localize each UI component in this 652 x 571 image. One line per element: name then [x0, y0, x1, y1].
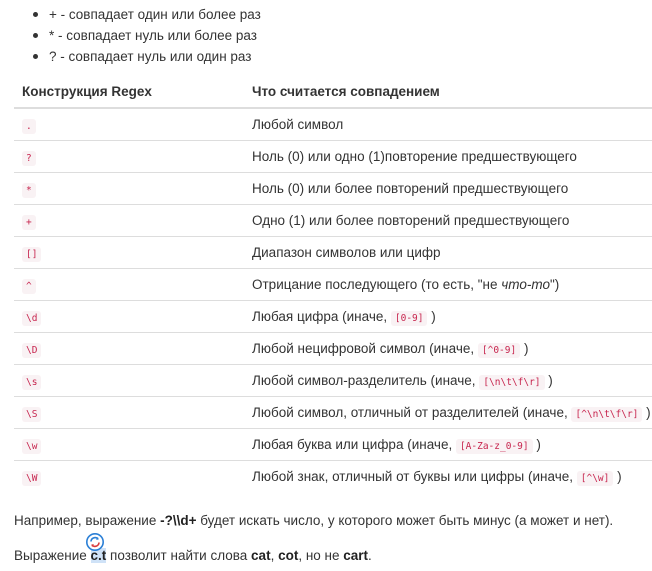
table-row: \W Любой знак, отличный от буквы или циф… [14, 460, 652, 492]
regex-code: ? [22, 151, 36, 166]
equivalent-code: [^\n\t\f\r] [571, 407, 643, 422]
regex-code: \S [22, 407, 42, 422]
table-row: * Ноль (0) или более повторений предшест… [14, 172, 652, 205]
regex-code: . [22, 119, 36, 134]
regex-code: \s [22, 375, 42, 390]
equivalent-code: [\n\t\f\r] [479, 375, 545, 390]
match-description: Ноль (0) или более повторений предшеству… [244, 172, 652, 205]
regex-code: \W [22, 471, 42, 486]
match-description: Любой символ-разделитель (иначе, [\n\t\f… [244, 364, 652, 397]
match-description: Любая цифра (иначе, [0-9] ) [244, 300, 652, 333]
match-description: Любая буква или цифра (иначе, [A-Za-z_0-… [244, 428, 652, 461]
table-row: \S Любой символ, отличный от разделителе… [14, 396, 652, 429]
regex-code: ^ [22, 279, 36, 294]
column-header-match: Что считается совпадением [244, 75, 652, 109]
table-row: + Одно (1) или более повторений предшест… [14, 204, 652, 237]
table-row: \s Любой символ-разделитель (иначе, [\n\… [14, 364, 652, 397]
match-description: Диапазон символов или цифр [244, 236, 652, 269]
table-row: ^ Отрицание последующего (то есть, "не ч… [14, 268, 652, 301]
equivalent-code: [^0-9] [477, 343, 521, 358]
regex-code: [] [22, 247, 42, 262]
translate-popup-icon[interactable] [86, 533, 104, 551]
equivalent-code: [^\w] [576, 471, 614, 486]
regex-code: + [22, 215, 36, 230]
example-paragraph-1: Например, выражение -?\\d+ будет искать … [14, 513, 614, 528]
equivalent-code: [0-9] [390, 311, 428, 326]
regex-code: \d [22, 311, 42, 326]
table-row: \D Любой нецифровой символ (иначе, [^0-9… [14, 332, 652, 365]
quantifier-list: + - совпадает один или более раз * - сов… [33, 6, 261, 69]
list-item: + - совпадает один или более раз [33, 6, 261, 27]
table-row: \d Любая цифра (иначе, [0-9] ) [14, 300, 652, 333]
match-description: Любой символ, отличный от разделителей (… [244, 396, 652, 429]
table-row: [] Диапазон символов или цифр [14, 236, 652, 269]
list-item: * - совпадает нуль или более раз [33, 27, 261, 48]
match-description: Отрицание последующего (то есть, "не что… [244, 268, 652, 301]
match-description: Любой нецифровой символ (иначе, [^0-9] ) [244, 332, 652, 365]
regex-code: * [22, 183, 36, 198]
match-description: Любой знак, отличный от буквы или цифры … [244, 460, 652, 492]
match-description: Любой символ [244, 107, 652, 141]
list-item: ? - совпадает нуль или один раз [33, 48, 261, 69]
table-row: . Любой символ [14, 107, 652, 141]
example-paragraph-2: Выражение c.t позволит найти слова cat, … [14, 548, 372, 563]
regex-table: Конструкция Regex Что считается совпаден… [14, 75, 652, 492]
match-description: Ноль (0) или одно (1)повторение предшест… [244, 140, 652, 173]
regex-code: \w [22, 439, 42, 454]
table-header-row: Конструкция Regex Что считается совпаден… [14, 75, 652, 109]
regex-code: \D [22, 343, 42, 358]
table-row: ? Ноль (0) или одно (1)повторение предше… [14, 140, 652, 173]
match-description: Одно (1) или более повторений предшеству… [244, 204, 652, 237]
table-row: \w Любая буква или цифра (иначе, [A-Za-z… [14, 428, 652, 461]
equivalent-code: [A-Za-z_0-9] [455, 439, 533, 454]
column-header-construct: Конструкция Regex [14, 75, 244, 109]
